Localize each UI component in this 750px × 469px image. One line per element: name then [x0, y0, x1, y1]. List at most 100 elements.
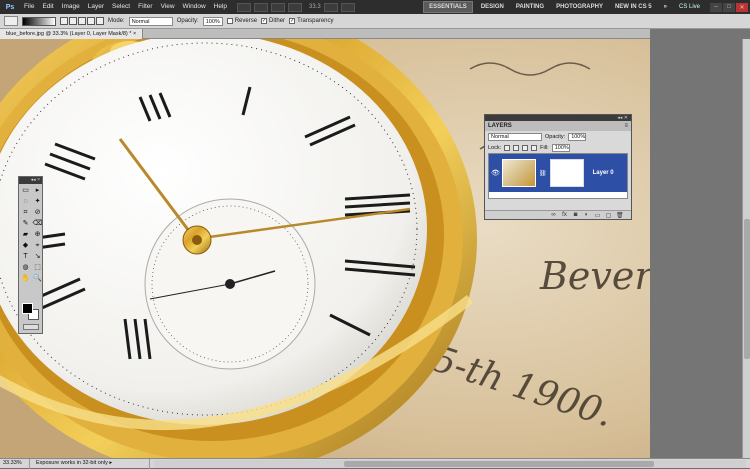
link-layers-icon[interactable]: ∞: [550, 212, 557, 218]
document-tab-bar: blue_before.jpg @ 33.3% (Layer 0, Layer …: [0, 29, 650, 39]
dither-checkbox[interactable]: ✓ Dither: [261, 18, 285, 24]
horizontal-scrollbar[interactable]: [154, 459, 746, 468]
eyedropper-tool-icon[interactable]: ⊘: [32, 208, 43, 218]
document-tab[interactable]: blue_before.jpg @ 33.3% (Layer 0, Layer …: [0, 29, 144, 39]
workspace-essentials[interactable]: ESSENTIALS: [423, 1, 473, 13]
options-bar: Mode: Normal Opacity: 100% Reverse ✓ Dit…: [0, 14, 750, 29]
layers-panel: ◂◂ ✕ LAYERS ≡ Normal Opacity: 100% Lock:…: [484, 114, 632, 220]
reflected-gradient-button[interactable]: [87, 17, 95, 25]
layer-mask-thumbnail[interactable]: [549, 159, 584, 187]
minimize-button[interactable]: –: [710, 2, 722, 12]
adjustment-layer-icon[interactable]: ◐: [583, 212, 590, 218]
path-select-tool-icon[interactable]: ↘: [32, 252, 43, 262]
menu-filter[interactable]: Filter: [134, 0, 156, 14]
fill-input[interactable]: 100%: [551, 143, 570, 152]
angle-gradient-button[interactable]: [78, 17, 86, 25]
menu-select[interactable]: Select: [108, 0, 134, 14]
dodge-tool-icon[interactable]: ◆: [20, 241, 31, 251]
lock-pixels-icon[interactable]: [513, 144, 520, 151]
gradient-preview[interactable]: [22, 16, 56, 26]
screen-mode-button[interactable]: [340, 2, 355, 12]
opacity-input[interactable]: 100%: [202, 16, 223, 26]
lock-position-icon[interactable]: [522, 144, 529, 151]
gradient-tool-icon[interactable]: ▰: [20, 230, 31, 240]
radial-gradient-button[interactable]: [69, 17, 77, 25]
menu-image[interactable]: Image: [58, 0, 84, 14]
chain-link-icon[interactable]: ⛓: [539, 170, 547, 177]
layer-opacity-input[interactable]: 100%: [568, 132, 587, 141]
horizontal-scroll-thumb[interactable]: [344, 460, 654, 467]
crop-tool-icon[interactable]: ⌗: [20, 208, 31, 218]
dither-label: Dither: [269, 18, 286, 24]
menu-edit[interactable]: Edit: [38, 0, 57, 14]
layer-row[interactable]: 👁 ⛓ Layer 0: [489, 154, 627, 192]
fx-icon[interactable]: fx: [561, 212, 568, 218]
lock-transparency-icon[interactable]: [504, 144, 511, 151]
tools-panel-header[interactable]: ◂◂ ×: [19, 177, 42, 184]
mode-select[interactable]: Normal: [128, 16, 173, 26]
vertical-scrollbar[interactable]: [742, 39, 750, 458]
zoom-level[interactable]: 33.3: [309, 4, 321, 10]
close-button[interactable]: ✕: [736, 2, 748, 12]
panel-menu-icon[interactable]: ≡: [624, 123, 628, 129]
arrange-documents-button[interactable]: [323, 2, 338, 12]
trash-icon[interactable]: 🗑: [616, 212, 624, 219]
workspace-new-in-cs5[interactable]: NEW IN CS 5: [609, 0, 658, 14]
eye-icon[interactable]: 👁: [491, 169, 500, 177]
lock-all-icon[interactable]: [531, 144, 538, 151]
menu-window[interactable]: Window: [179, 0, 210, 14]
status-zoom[interactable]: 33.33%: [0, 458, 30, 469]
type-tool-icon[interactable]: T: [20, 252, 31, 262]
layers-tab[interactable]: LAYERS: [488, 123, 512, 129]
minibridge-button[interactable]: [254, 2, 269, 12]
lock-row: Lock: Fill: 100%: [485, 142, 631, 153]
maximize-button[interactable]: □: [723, 2, 735, 12]
marquee-tool-icon[interactable]: ▭: [20, 186, 31, 196]
cs-live-button[interactable]: CS Live: [673, 4, 706, 10]
new-group-icon[interactable]: ▭: [594, 212, 601, 219]
shape-tool-icon[interactable]: ◍: [20, 263, 31, 273]
new-layer-icon[interactable]: ▢: [605, 212, 612, 219]
document-tab-close-icon[interactable]: ×: [133, 31, 136, 37]
bridge-button[interactable]: [237, 2, 252, 12]
menu-file[interactable]: File: [20, 0, 38, 14]
document-canvas[interactable]: Bever 5-th 1900. ◂◂ × ▭ ▸ ◌ ✦ ⌗ ⊘ ✎ ⌫ ▰ …: [0, 39, 650, 458]
menu-help[interactable]: Help: [210, 0, 231, 14]
blur-tool-icon[interactable]: ⊕: [32, 230, 43, 240]
transparency-checkbox[interactable]: ✓ Transparency: [289, 18, 334, 24]
vertical-scroll-thumb[interactable]: [744, 219, 750, 359]
lasso-tool-icon[interactable]: ◌: [20, 197, 31, 207]
layer-name[interactable]: Layer 0: [593, 170, 614, 176]
3d-tool-icon[interactable]: ⬚: [32, 263, 43, 273]
diamond-gradient-button[interactable]: [96, 17, 104, 25]
reverse-checkbox[interactable]: Reverse: [226, 18, 257, 24]
blend-mode-select[interactable]: Normal: [488, 132, 542, 141]
hand-tool-button[interactable]: [271, 2, 286, 12]
reverse-checkbox-box[interactable]: [226, 18, 233, 24]
linear-gradient-button[interactable]: [60, 17, 68, 25]
menu-view[interactable]: View: [157, 0, 179, 14]
hand-tool-icon[interactable]: ✋: [20, 274, 31, 284]
workspace-photography[interactable]: PHOTOGRAPHY: [550, 0, 609, 14]
window-buttons: – □ ✕: [710, 2, 748, 12]
dither-checkbox-box[interactable]: ✓: [261, 18, 268, 24]
menu-layer[interactable]: Layer: [84, 0, 108, 14]
add-mask-icon[interactable]: ◙: [572, 212, 579, 218]
workspace-painting[interactable]: PAINTING: [510, 0, 550, 14]
eraser-tool-icon[interactable]: ⌫: [32, 219, 43, 229]
move-tool-icon[interactable]: ▸: [32, 186, 43, 196]
quick-select-tool-icon[interactable]: ✦: [32, 197, 43, 207]
pen-tool-icon[interactable]: ⌖: [32, 241, 43, 251]
zoom-tool-icon[interactable]: 🔍: [32, 274, 43, 284]
status-message-text: Exposure works in 32-bit only: [36, 459, 108, 466]
transparency-checkbox-box[interactable]: ✓: [289, 18, 296, 24]
workspace-more-icon[interactable]: »: [658, 0, 673, 14]
gradient-tool-icon[interactable]: [4, 16, 18, 26]
status-arrow-icon[interactable]: ▸: [109, 460, 112, 466]
foreground-color-swatch[interactable]: [22, 303, 33, 314]
quick-mask-button[interactable]: [23, 324, 39, 330]
workspace-design[interactable]: DESIGN: [475, 0, 510, 14]
zoom-tool-button[interactable]: [288, 2, 303, 12]
brush-tool-icon[interactable]: ✎: [20, 219, 31, 229]
layer-thumbnail[interactable]: [502, 159, 536, 187]
